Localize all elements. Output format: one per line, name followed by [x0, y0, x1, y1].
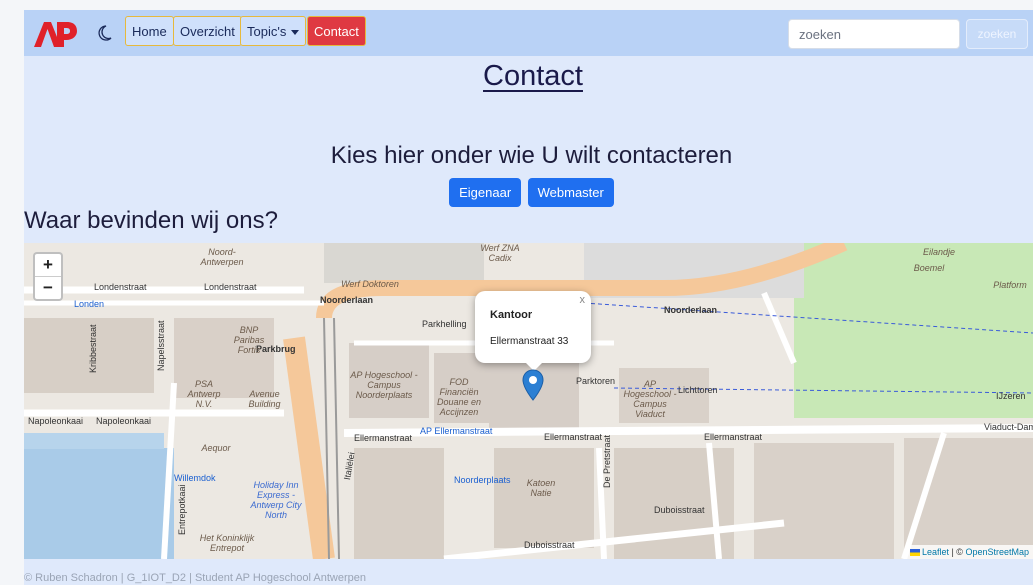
street-label: Napelsstraat	[156, 320, 166, 371]
popup-address: Ellermanstraat 33	[490, 336, 569, 347]
place-label: Werf Doktoren	[341, 279, 399, 289]
place-label: Avenue Building	[248, 389, 281, 409]
place-label: Katoen Natie	[526, 478, 556, 498]
nav-home-label: Home	[132, 24, 167, 39]
place-label: Het Koninklijk Entrepot	[199, 533, 255, 553]
place-label: Noord-Antwerpen	[200, 247, 244, 267]
ukraine-flag-icon	[909, 549, 920, 557]
webmaster-button[interactable]: Webmaster	[527, 178, 614, 207]
footer: © Ruben Schadron | G_1IOT_D2 | Student A…	[24, 572, 366, 584]
search-button[interactable]: zoeken	[966, 19, 1028, 49]
zoom-control: + −	[33, 252, 63, 301]
caret-down-icon	[291, 30, 300, 36]
popup-close-button[interactable]: x	[580, 294, 586, 306]
nav-overzicht[interactable]: Overzicht	[173, 16, 242, 46]
ap-logo[interactable]	[34, 20, 78, 48]
place-label: AP Hogeschool - Campus Noorderplaats	[350, 370, 418, 400]
nav-home[interactable]: Home	[125, 16, 174, 46]
nav-topics-dropdown[interactable]: Topic's	[240, 16, 307, 46]
contact-buttons: Eigenaar Webmaster	[24, 178, 1033, 207]
zoom-out-button[interactable]: −	[35, 277, 61, 299]
place-label: BNP Paribas Fortis	[233, 325, 265, 355]
nav-topics-label: Topic's	[247, 24, 287, 39]
navbar: Home Overzicht Topic's Contact zoeken	[24, 10, 1033, 56]
zoom-in-button[interactable]: +	[35, 254, 61, 277]
place-label: AP Hogeschool - Campus Viaduct	[623, 379, 677, 419]
place-label: Holiday Inn Express - Antwerp City North	[250, 480, 302, 520]
map-marker-icon[interactable]	[522, 369, 544, 401]
popup-title: Kantoor	[490, 309, 533, 321]
place-label: Eilandje	[922, 247, 956, 257]
search-input[interactable]	[788, 19, 960, 49]
osm-link[interactable]: OpenStreetMap	[965, 547, 1029, 557]
street-label: Londenstraat	[204, 282, 257, 292]
street-label: Noorderlaan	[320, 295, 374, 305]
street-label: Ellermanstraat	[704, 432, 763, 442]
street-label: Duboisstraat	[654, 505, 705, 515]
map-popup: x Kantoor Ellermanstraat 33	[475, 291, 591, 371]
street-label: AP Ellermanstraat	[420, 426, 493, 436]
street-label: Londen	[74, 299, 105, 309]
street-label: Entrepotkaai	[177, 484, 187, 535]
map-attribution: Leaflet | © OpenStreetMap	[905, 545, 1033, 559]
street-label: Kribbestraat	[88, 324, 98, 373]
place-label: PSA Antwerp N.V.	[187, 379, 221, 409]
place-label: Boemel	[913, 263, 945, 273]
street-label: Londenstraat	[94, 282, 147, 292]
street-label: Napoleonkaai	[96, 416, 152, 426]
page-title: Contact	[24, 60, 1033, 93]
attribution-separator: | ©	[948, 547, 966, 557]
location-heading: Waar bevinden wij ons?	[24, 207, 278, 234]
place-label: Platform	[993, 280, 1027, 290]
street-label: De Pretstraat	[602, 434, 612, 488]
nav-contact-label: Contact	[314, 24, 359, 39]
street-label: Ellermanstraat	[544, 432, 603, 442]
leaflet-link[interactable]: Leaflet	[922, 547, 949, 557]
street-label: Duboisstraat	[524, 540, 575, 550]
street-label: Parkhelling	[422, 319, 467, 329]
owner-button[interactable]: Eigenaar	[449, 178, 522, 207]
nav-overzicht-label: Overzicht	[180, 24, 235, 39]
place-label: Aequor	[201, 443, 231, 453]
page-container: Home Overzicht Topic's Contact zoeken Co…	[24, 10, 1033, 585]
street-label: Noorderplaats	[454, 475, 511, 485]
page-title-text: Contact	[483, 60, 583, 92]
street-label: IJzeren	[996, 391, 1026, 401]
street-label: Viaduct-Dam	[984, 422, 1033, 432]
street-label: Willemdok	[174, 473, 216, 483]
street-label: Ellermanstraat	[354, 433, 413, 443]
street-label: Noorderlaan	[664, 305, 718, 315]
map[interactable]: + − Londenstraat Londenstraat Londen Noo…	[24, 243, 1033, 559]
moon-icon[interactable]	[95, 24, 113, 42]
street-label: Lichttoren	[678, 385, 718, 395]
nav-contact[interactable]: Contact	[307, 16, 366, 46]
place-label: FOD Financiën Douane en Accijnzen	[436, 377, 482, 417]
place-label: Werf ZNA Cadix	[480, 243, 520, 263]
street-label: Napoleonkaai	[28, 416, 84, 426]
contact-heading: Kies hier onder wie U wilt contacteren	[330, 142, 733, 169]
street-label: Parktoren	[576, 376, 616, 386]
